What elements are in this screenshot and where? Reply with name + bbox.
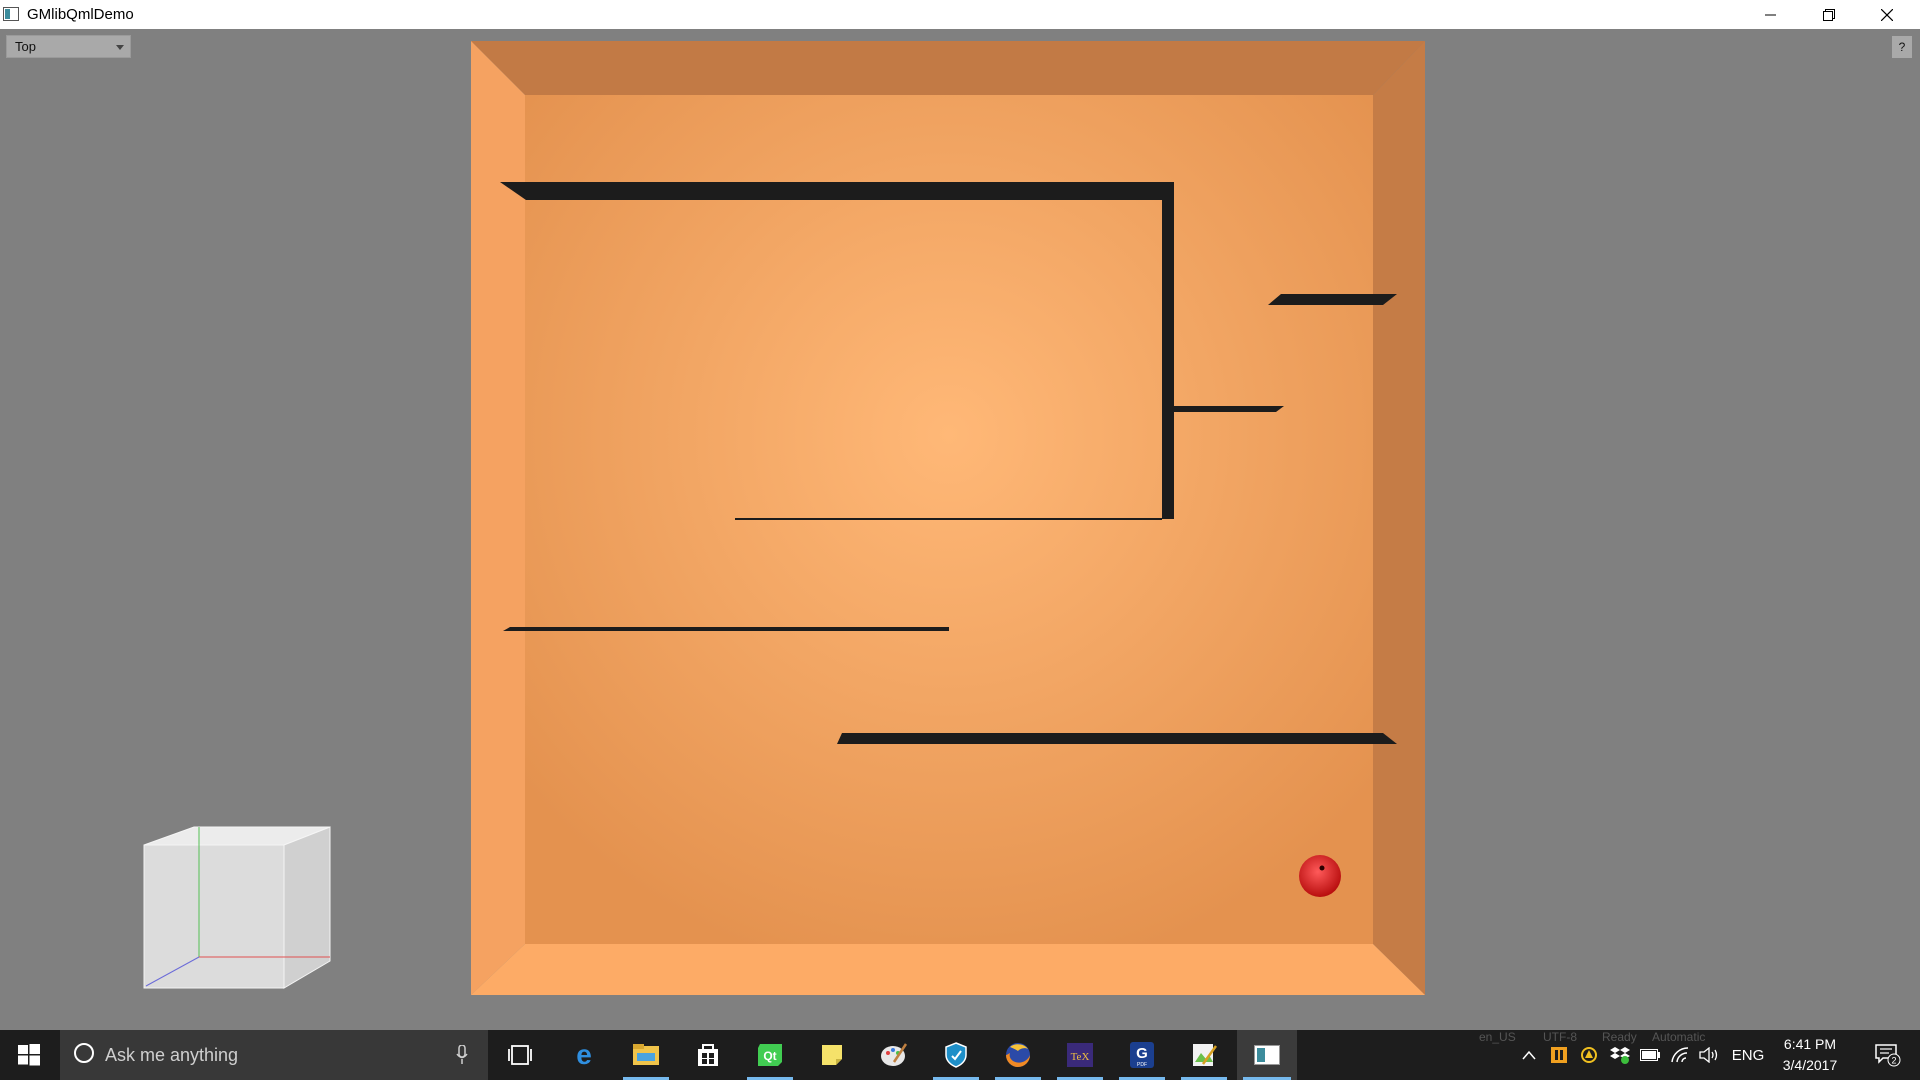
taskbar-app-texmaker[interactable]: TeX — [1051, 1030, 1109, 1080]
task-view-icon — [508, 1045, 532, 1065]
board-wall-right — [1373, 41, 1425, 995]
gmlib-demo-icon — [1254, 1045, 1280, 1065]
file-explorer-icon — [633, 1044, 659, 1065]
pdf-icon: G PDF — [1130, 1042, 1154, 1068]
taskbar-app-firefox[interactable] — [989, 1030, 1047, 1080]
chevron-down-icon — [116, 45, 124, 50]
dropbox-icon — [1610, 1047, 1630, 1064]
search-box[interactable]: Ask me anything — [60, 1030, 488, 1080]
paint-icon — [881, 1043, 908, 1066]
windows-logo-icon — [18, 1044, 40, 1066]
taskbar-app-sticky-notes[interactable] — [803, 1030, 861, 1080]
action-center-button[interactable]: 2 — [1868, 1030, 1908, 1080]
taskbar-app-file-explorer[interactable] — [617, 1030, 675, 1080]
maze-wall — [500, 182, 1174, 200]
notifications-icon: 2 — [1875, 1044, 1901, 1067]
warning-icon — [1581, 1047, 1597, 1063]
tray-pause[interactable] — [1548, 1030, 1570, 1080]
maze-wall — [1162, 182, 1174, 519]
volume-icon — [1699, 1047, 1718, 1063]
svg-text:Qt: Qt — [763, 1049, 776, 1063]
texmaker-icon: TeX — [1067, 1043, 1093, 1067]
notification-count: 2 — [1891, 1056, 1896, 1066]
edge-icon: e — [576, 1042, 592, 1068]
tray-warning[interactable] — [1578, 1030, 1600, 1080]
taskbar-app-pdf[interactable]: G PDF — [1113, 1030, 1171, 1080]
defender-icon — [945, 1042, 967, 1068]
tray-volume[interactable] — [1697, 1030, 1721, 1080]
battery-icon — [1640, 1049, 1660, 1061]
store-icon — [698, 1044, 718, 1066]
svg-text:e: e — [576, 1042, 592, 1068]
qt-creator-icon: Qt — [758, 1044, 782, 1066]
taskbar-app-gmlib-demo[interactable] — [1237, 1030, 1297, 1080]
taskbar-app-defender[interactable] — [927, 1030, 985, 1080]
taskbar-app-edge[interactable]: e — [555, 1030, 613, 1080]
maze-wall — [1174, 406, 1284, 412]
wifi-icon — [1671, 1047, 1689, 1063]
board-wall-top — [471, 41, 1425, 95]
clock[interactable]: 6:41 PM 3/4/2017 — [1770, 1034, 1850, 1076]
maze-wall — [1268, 294, 1397, 305]
firefox-icon — [1006, 1043, 1030, 1067]
maze-wall — [503, 627, 949, 631]
taskbar-app-qt-creator[interactable]: Qt — [741, 1030, 799, 1080]
taskbar: Ask me anything e Qt TeX G PDF en_US UTF… — [0, 1030, 1920, 1080]
tray-battery[interactable] — [1638, 1030, 1662, 1080]
microphone-icon[interactable] — [456, 1045, 468, 1065]
search-placeholder: Ask me anything — [105, 1045, 239, 1065]
start-button[interactable] — [0, 1030, 58, 1080]
svg-text:G: G — [1136, 1045, 1148, 1062]
image-viewer-icon — [1193, 1044, 1217, 1066]
ball-highlight — [1319, 865, 1325, 871]
maze-wall — [735, 518, 1162, 520]
taskbar-app-paint[interactable] — [865, 1030, 923, 1080]
svg-text:TeX: TeX — [1071, 1051, 1090, 1063]
board-wall-bottom — [471, 944, 1425, 995]
ball[interactable] — [1299, 855, 1341, 897]
taskbar-app-image-viewer[interactable] — [1175, 1030, 1233, 1080]
svg-text:PDF: PDF — [1137, 1062, 1147, 1068]
clock-time: 6:41 PM — [1783, 1036, 1837, 1052]
tray-dropbox[interactable] — [1608, 1030, 1632, 1080]
input-language[interactable]: ENG — [1728, 1030, 1768, 1080]
task-view-button[interactable] — [491, 1030, 549, 1080]
show-hidden-icons-button[interactable] — [1518, 1030, 1540, 1080]
view-select-value: Top — [15, 39, 36, 54]
orientation-cube[interactable] — [140, 825, 335, 990]
help-button[interactable]: ? — [1892, 36, 1912, 58]
taskbar-app-store[interactable] — [679, 1030, 737, 1080]
clock-date: 3/4/2017 — [1782, 1057, 1838, 1073]
view-select[interactable]: Top — [6, 35, 131, 58]
cortana-icon — [74, 1043, 94, 1063]
pause-icon — [1551, 1047, 1567, 1063]
sticky-notes-icon — [822, 1045, 842, 1065]
status-locale: en_US — [1479, 1030, 1516, 1044]
maze-wall — [837, 733, 1397, 744]
tray-wifi[interactable] — [1668, 1030, 1692, 1080]
chevron-up-icon — [1522, 1050, 1536, 1060]
